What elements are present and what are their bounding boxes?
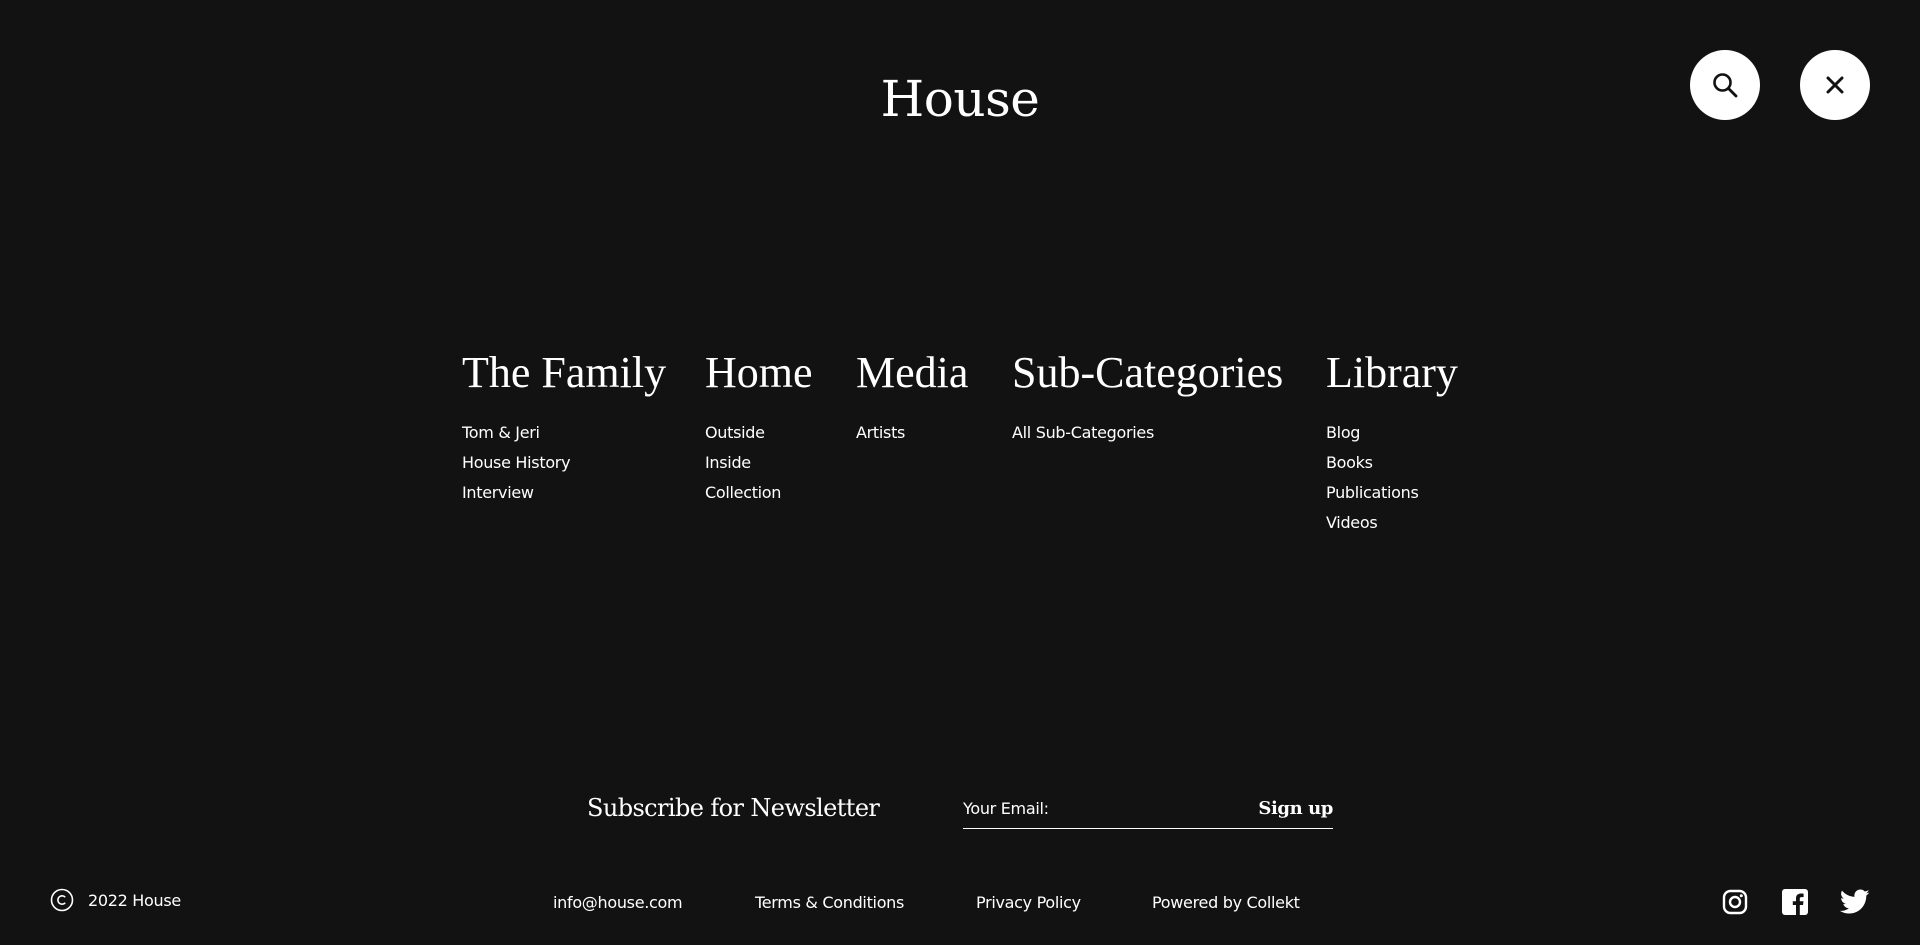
- menu-link-publications[interactable]: Publications: [1326, 478, 1458, 508]
- facebook-link[interactable]: [1780, 887, 1810, 917]
- menu-heading-sub-categories[interactable]: Sub-Categories: [1012, 346, 1283, 400]
- menu-link-videos[interactable]: Videos: [1326, 508, 1458, 538]
- newsletter-email-input[interactable]: [963, 790, 1243, 826]
- menu-link-outside[interactable]: Outside: [705, 418, 813, 448]
- menu-link-interview[interactable]: Interview: [462, 478, 666, 508]
- newsletter-form: Sign up: [963, 790, 1333, 829]
- menu-link-tom-jeri[interactable]: Tom & Jeri: [462, 418, 666, 448]
- instagram-link[interactable]: [1720, 887, 1750, 917]
- menu-link-artists[interactable]: Artists: [856, 418, 968, 448]
- search-button[interactable]: [1690, 50, 1760, 120]
- menu-heading-home[interactable]: Home: [705, 346, 813, 400]
- menu-link-books[interactable]: Books: [1326, 448, 1458, 478]
- menu-column-the-family: The Family Tom & Jeri House History Inte…: [462, 346, 666, 508]
- menu-link-house-history[interactable]: House History: [462, 448, 666, 478]
- menu-link-all-sub-categories[interactable]: All Sub-Categories: [1012, 418, 1283, 448]
- menu-heading-media[interactable]: Media: [856, 346, 968, 400]
- menu-link-collection[interactable]: Collection: [705, 478, 813, 508]
- menu-heading-library[interactable]: Library: [1326, 346, 1458, 400]
- footer-terms-link[interactable]: Terms & Conditions: [755, 889, 904, 917]
- menu-column-sub-categories: Sub-Categories All Sub-Categories: [1012, 346, 1283, 448]
- facebook-icon: [1782, 889, 1808, 915]
- site-logo[interactable]: House: [0, 66, 1920, 132]
- footer-email-link[interactable]: info@house.com: [553, 889, 683, 917]
- newsletter-title: Subscribe for Newsletter: [587, 794, 880, 822]
- menu-overlay: House The Family Tom & Jeri House Histor…: [0, 0, 1920, 945]
- menu-column-media: Media Artists: [856, 346, 968, 448]
- menu-column-home: Home Outside Inside Collection: [705, 346, 813, 508]
- menu-link-blog[interactable]: Blog: [1326, 418, 1458, 448]
- twitter-icon: [1840, 889, 1870, 915]
- instagram-icon: [1722, 889, 1748, 915]
- footer-privacy-link[interactable]: Privacy Policy: [976, 889, 1081, 917]
- twitter-link[interactable]: [1840, 887, 1870, 917]
- menu-link-inside[interactable]: Inside: [705, 448, 813, 478]
- signup-button[interactable]: Sign up: [1258, 790, 1333, 826]
- close-menu-button[interactable]: [1800, 50, 1870, 120]
- copyright-text: 2022 House: [88, 890, 181, 910]
- copyright-icon: [50, 888, 74, 912]
- footer-powered-by-link[interactable]: Powered by Collekt: [1152, 889, 1300, 917]
- menu-heading-the-family[interactable]: The Family: [462, 346, 666, 400]
- copyright: 2022 House: [50, 888, 181, 912]
- menu-column-library: Library Blog Books Publications Videos: [1326, 346, 1458, 538]
- search-icon: [1711, 71, 1739, 99]
- close-icon: [1826, 76, 1844, 94]
